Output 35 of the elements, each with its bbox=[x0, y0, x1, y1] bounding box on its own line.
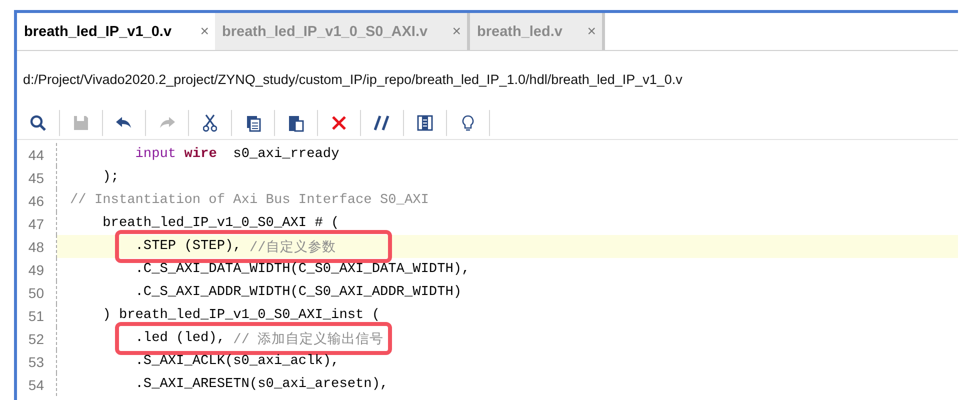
close-icon[interactable]: × bbox=[587, 23, 596, 40]
line-number: 44 bbox=[17, 143, 57, 166]
copy-icon[interactable] bbox=[246, 114, 260, 132]
line-number: 52 bbox=[17, 327, 57, 350]
code-line: .S_AXI_ACLK(s0_axi_aclk), bbox=[134, 353, 340, 371]
close-icon[interactable]: × bbox=[452, 23, 461, 40]
line-number: 45 bbox=[17, 166, 57, 189]
close-icon[interactable]: × bbox=[200, 23, 209, 40]
slashes-icon[interactable] bbox=[374, 115, 390, 131]
code-line: input wire s0_axi_rready bbox=[134, 146, 340, 164]
line-number: 51 bbox=[17, 304, 57, 327]
code-line: .led (led), // 添加自定义输出信号 bbox=[134, 330, 385, 350]
columns-icon[interactable] bbox=[417, 115, 433, 131]
line-number: 54 bbox=[17, 373, 57, 396]
search-icon[interactable] bbox=[29, 114, 47, 132]
scissors-icon[interactable] bbox=[203, 114, 217, 132]
line-number: 49 bbox=[17, 258, 57, 281]
code-line: .S_AXI_ARESETN(s0_axi_aresetn), bbox=[134, 376, 390, 394]
cross-icon[interactable] bbox=[331, 115, 347, 131]
code-line: breath_led_IP_v1_0_S0_AXI # ( bbox=[102, 215, 340, 233]
code-line: ) breath_led_IP_v1_0_S0_AXI_inst ( bbox=[102, 307, 381, 325]
editor-tab[interactable]: breath_led_IP_v1_0_S0_AXI.v × bbox=[215, 13, 470, 50]
file-path: d:/Project/Vivado2020.2_project/ZYNQ_study/custom_IP/ip_repo/breath_led_IP_1.0/hdl/breath_led_IP_v1_0.v bbox=[22, 70, 684, 89]
code-line: // Instantiation of Axi Bus Interface S0_AXI bbox=[69, 192, 430, 210]
line-number: 47 bbox=[17, 212, 57, 235]
code-line: .C_S_AXI_ADDR_WIDTH(C_S0_AXI_ADDR_WIDTH) bbox=[134, 284, 463, 302]
code-line: ); bbox=[102, 169, 120, 187]
line-number: 46 bbox=[17, 189, 57, 212]
lightbulb-icon[interactable] bbox=[462, 114, 474, 132]
code-line: .C_S_AXI_DATA_WIDTH(C_S0_AXI_DATA_WIDTH), bbox=[134, 261, 471, 279]
undo-icon[interactable] bbox=[115, 116, 133, 130]
editor-tab[interactable]: breath_led.v × bbox=[470, 13, 605, 50]
line-number: 50 bbox=[17, 281, 57, 304]
paste-icon[interactable] bbox=[288, 114, 304, 132]
line-number: 53 bbox=[17, 350, 57, 373]
